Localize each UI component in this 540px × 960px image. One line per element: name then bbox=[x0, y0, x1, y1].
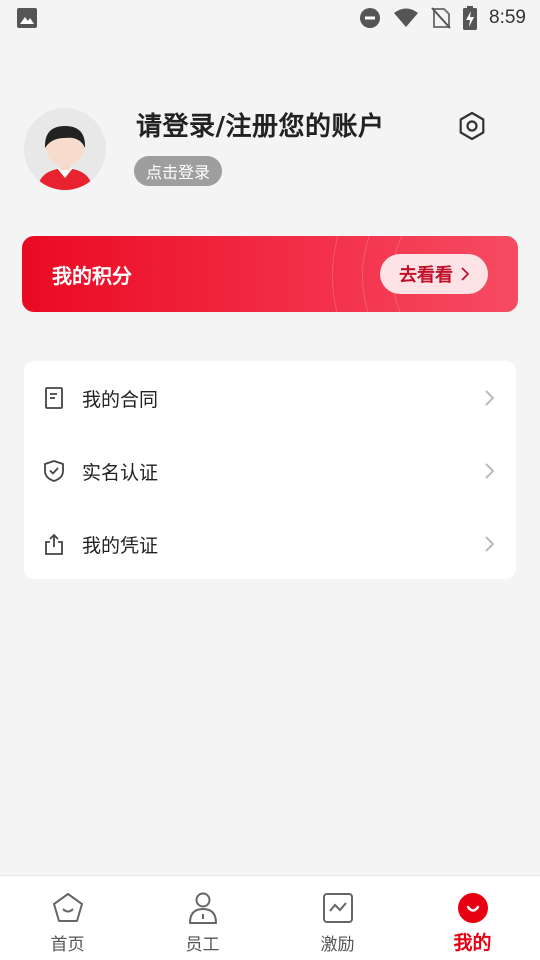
bottom-nav: 首页 员工 激励 我的 bbox=[0, 875, 540, 960]
menu-item-real-name-auth[interactable]: 实名认证 bbox=[24, 435, 516, 507]
menu-item-label: 实名认证 bbox=[82, 461, 159, 484]
login-button[interactable]: 点击登录 bbox=[134, 156, 223, 186]
no-sim-icon bbox=[431, 7, 451, 29]
menu-item-contracts[interactable]: 我的合同 bbox=[24, 362, 516, 434]
image-icon bbox=[16, 7, 38, 29]
battery-charging-icon bbox=[463, 6, 478, 30]
page-title[interactable]: 请登录/注册您的账户 bbox=[136, 106, 385, 143]
tab-label: 激励 bbox=[320, 935, 355, 955]
points-card[interactable]: 我的积分 去看看 bbox=[22, 236, 518, 312]
menu-item-vouchers[interactable]: 我的凭证 bbox=[24, 508, 516, 580]
tab-home[interactable]: 首页 bbox=[0, 876, 135, 960]
settings-button[interactable] bbox=[456, 110, 488, 142]
view-points-button[interactable]: 去看看 bbox=[380, 254, 488, 294]
status-time: 8:59 bbox=[489, 7, 526, 28]
default-avatar-icon bbox=[24, 108, 106, 190]
points-title: 我的积分 bbox=[52, 264, 132, 288]
tab-label: 员工 bbox=[185, 935, 220, 955]
menu-item-label: 我的凭证 bbox=[82, 534, 159, 557]
tab-label: 我的 bbox=[453, 932, 492, 954]
shield-check-icon bbox=[42, 459, 66, 483]
tab-employee[interactable]: 员工 bbox=[135, 876, 270, 960]
settings-hexagon-icon bbox=[459, 111, 485, 141]
chevron-right-icon bbox=[461, 267, 469, 281]
chevron-right-icon bbox=[485, 536, 495, 552]
tab-label: 首页 bbox=[50, 935, 85, 955]
view-points-label: 去看看 bbox=[399, 265, 453, 286]
wifi-icon bbox=[393, 7, 419, 29]
avatar[interactable] bbox=[24, 108, 106, 190]
menu-card: 我的合同 实名认证 我的凭证 bbox=[24, 361, 516, 579]
menu-item-label: 我的合同 bbox=[82, 388, 159, 411]
chevron-right-icon bbox=[485, 463, 495, 479]
smile-circle-icon bbox=[455, 890, 491, 926]
employee-icon bbox=[185, 890, 221, 926]
tab-incentive[interactable]: 激励 bbox=[270, 876, 405, 960]
do-not-disturb-icon bbox=[359, 7, 381, 29]
status-bar: 8:59 bbox=[0, 0, 540, 36]
chevron-right-icon bbox=[485, 390, 495, 406]
tab-mine[interactable]: 我的 bbox=[405, 876, 540, 960]
chart-square-icon bbox=[320, 890, 356, 926]
document-icon bbox=[42, 386, 66, 410]
share-upload-icon bbox=[42, 532, 66, 556]
home-pentagon-icon bbox=[50, 890, 86, 926]
